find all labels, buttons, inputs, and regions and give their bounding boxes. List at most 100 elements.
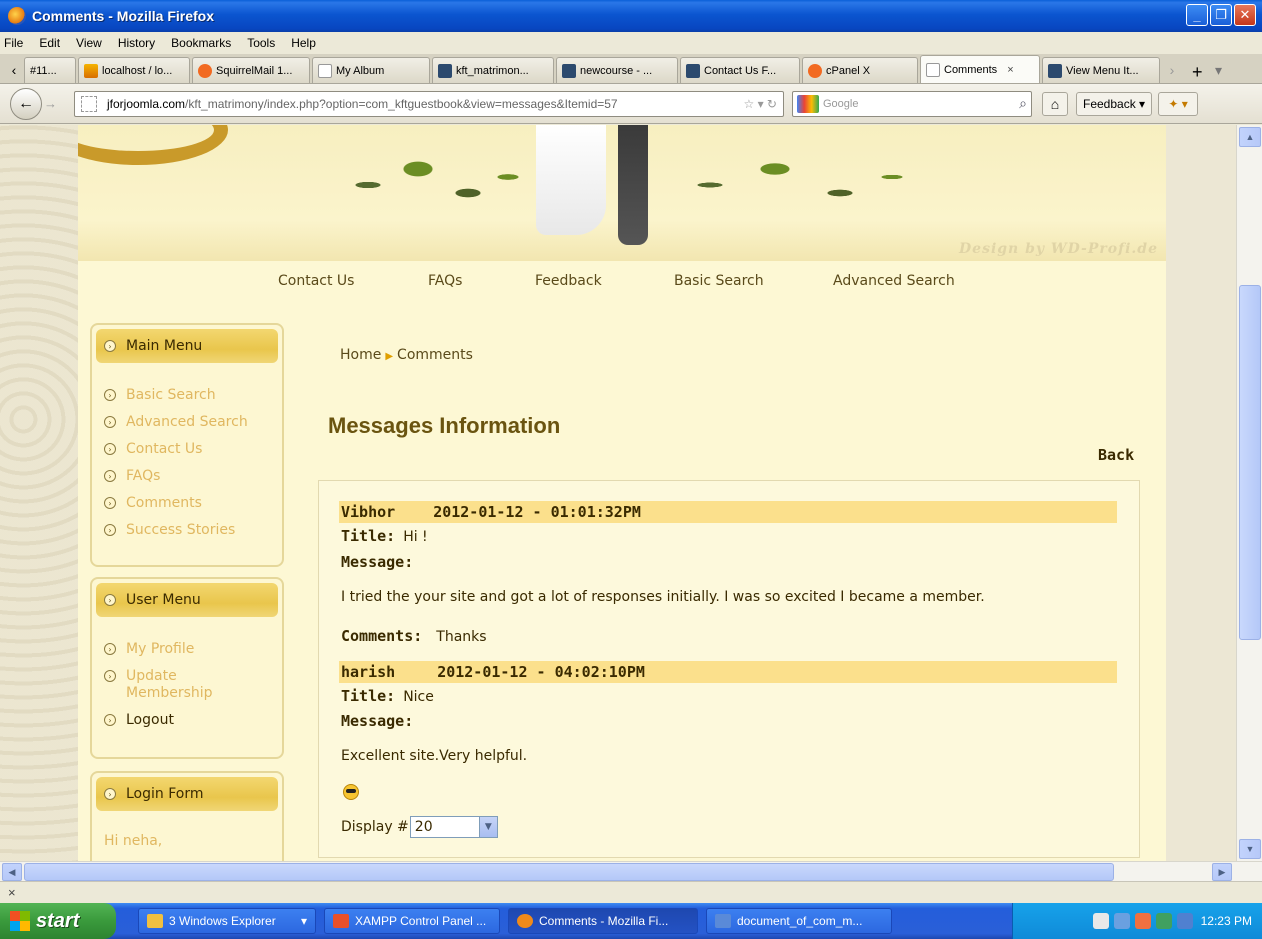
tab-label: #11... <box>30 64 57 77</box>
message-date: 2012-01-12 - 01:01:32PM <box>433 503 641 521</box>
bookmark-star-icon[interactable]: ☆ ▾ ↻ <box>743 97 777 111</box>
taskbar-item-document[interactable]: document_of_com_m... <box>706 908 892 934</box>
tab-label: newcourse - ... <box>580 64 653 77</box>
menu-item-advanced-search[interactable]: › Advanced Search <box>92 414 282 431</box>
tab-0[interactable]: #11... <box>24 57 76 83</box>
comments-label: Comments: <box>341 627 423 645</box>
menu-history[interactable]: History <box>118 36 155 50</box>
scroll-down-icon[interactable]: ▼ <box>1239 839 1261 859</box>
ivy-left-image <box>328 145 528 225</box>
taskbar-item-explorer[interactable]: 3 Windows Explorer ▾ <box>138 908 316 934</box>
tab-2[interactable]: SquirrelMail 1... <box>192 57 310 83</box>
menu-item-label: Contact Us <box>126 441 203 457</box>
forward-arrow-icon[interactable]: → <box>44 93 64 115</box>
url-domain: jforjoomla.com <box>107 96 186 111</box>
menu-item-basic-search[interactable]: › Basic Search <box>92 387 282 404</box>
cpanel-icon <box>808 63 822 78</box>
tab-9[interactable]: View Menu It... <box>1042 57 1160 83</box>
search-icon[interactable]: ⌕ <box>1019 95 1027 112</box>
menu-help[interactable]: Help <box>291 36 316 50</box>
new-tab-icon[interactable]: + <box>1192 62 1203 83</box>
network-icon[interactable] <box>1113 913 1130 929</box>
back-arrow-icon[interactable]: ← <box>10 87 42 120</box>
tab-7[interactable]: cPanel X <box>802 57 918 83</box>
xampp-tray-icon[interactable] <box>1134 913 1151 929</box>
tab-5[interactable]: newcourse - ... <box>556 57 678 83</box>
scroll-left-icon[interactable]: ◀ <box>2 863 22 881</box>
nav-contact-us[interactable]: Contact Us <box>278 273 354 289</box>
tab-label: My Album <box>336 64 385 77</box>
nav-faqs[interactable]: FAQs <box>428 273 462 289</box>
url-bar[interactable]: jforjoomla.com/kft_matrimony/index.php?o… <box>74 90 784 117</box>
menu-tools[interactable]: Tools <box>247 36 275 50</box>
nav-advanced-search[interactable]: Advanced Search <box>833 273 955 289</box>
close-tab-icon[interactable]: × <box>1007 64 1013 76</box>
monitor-icon[interactable] <box>1155 913 1172 929</box>
message-title-row: Title: Hi ! <box>341 527 428 545</box>
start-button[interactable]: start <box>0 903 116 939</box>
clock: 12:23 PM <box>1200 914 1252 928</box>
horizontal-scroll-thumb[interactable] <box>24 863 1114 881</box>
tab-scroll-left-icon[interactable]: ‹ <box>4 57 24 83</box>
message-label: Message: <box>341 712 414 730</box>
home-icon[interactable]: ⌂ <box>1042 91 1068 116</box>
close-bar-icon[interactable]: × <box>8 885 16 900</box>
chevron-down-icon[interactable]: ▼ <box>478 817 497 837</box>
app-tray-icon[interactable] <box>1176 913 1193 929</box>
maximize-button[interactable]: ❐ <box>1210 4 1232 26</box>
menu-item-faqs[interactable]: › FAQs <box>92 468 282 485</box>
title-label: Title: <box>341 687 396 705</box>
tab-4[interactable]: kft_matrimon... <box>432 57 554 83</box>
feedback-button[interactable]: Feedback ▾ <box>1076 91 1153 116</box>
menu-view[interactable]: View <box>76 36 102 50</box>
taskbar-item-firefox[interactable]: Comments - Mozilla Fi... <box>508 908 698 934</box>
message-comments: Thanks <box>436 629 487 645</box>
scroll-right-icon[interactable]: ▶ <box>1212 863 1232 881</box>
tab-comments[interactable]: Comments × <box>920 55 1040 83</box>
bullet-icon: › <box>104 416 116 428</box>
site-identity-icon[interactable] <box>81 95 97 112</box>
status-bar: × <box>0 881 1262 903</box>
google-icon[interactable] <box>797 94 819 113</box>
tab-6[interactable]: Contact Us F... <box>680 57 800 83</box>
login-form-header: › Login Form <box>96 777 278 811</box>
minimize-button[interactable]: _ <box>1186 4 1208 26</box>
help-icon[interactable] <box>1092 913 1109 929</box>
nav-feedback[interactable]: Feedback <box>535 273 602 289</box>
navigation-bar: ← → jforjoomla.com/kft_matrimony/index.p… <box>0 84 1262 124</box>
menu-item-update-membership[interactable]: › Update Membership <box>92 668 282 702</box>
vertical-scroll-thumb[interactable] <box>1239 285 1261 640</box>
bullet-icon: › <box>104 594 116 606</box>
phpmyadmin-icon <box>84 63 98 78</box>
horizontal-scrollbar[interactable]: ◀ ▶ <box>0 861 1262 881</box>
display-label: Display # <box>341 819 409 835</box>
menu-item-contact-us[interactable]: › Contact Us <box>92 441 282 458</box>
extension-icon[interactable]: ✦ ▾ <box>1158 91 1199 116</box>
nav-basic-search[interactable]: Basic Search <box>674 273 764 289</box>
firefox-icon <box>8 7 26 25</box>
menu-item-my-profile[interactable]: › My Profile <box>92 641 282 658</box>
display-count-select[interactable]: 20 ▼ <box>409 816 498 838</box>
taskbar-item-xampp[interactable]: XAMPP Control Panel ... <box>324 908 500 934</box>
menu-item-success-stories[interactable]: › Success Stories <box>92 522 282 539</box>
tab-list-icon[interactable]: ▾ <box>1209 57 1229 83</box>
menu-bookmarks[interactable]: Bookmarks <box>171 36 231 50</box>
background-ornament <box>0 125 78 861</box>
breadcrumb-home[interactable]: Home <box>340 347 381 363</box>
search-input[interactable]: Google ⌕ <box>792 90 1032 117</box>
tab-3[interactable]: My Album <box>312 57 430 83</box>
menu-item-label: Update Membership <box>126 668 213 701</box>
scroll-up-icon[interactable]: ▲ <box>1239 127 1261 147</box>
messages-box: Vibhor 2012-01-12 - 01:01:32PM Title: Hi … <box>318 480 1140 858</box>
feedback-label: Feedback <box>1083 96 1136 111</box>
tab-scroll-right-icon[interactable]: › <box>1162 57 1182 83</box>
tab-label: Comments <box>944 63 998 76</box>
close-button[interactable]: ✕ <box>1234 4 1256 26</box>
menu-item-logout[interactable]: › Logout <box>92 712 282 729</box>
tab-1[interactable]: localhost / lo... <box>78 57 190 83</box>
back-link[interactable]: Back <box>1098 446 1134 464</box>
menu-file[interactable]: File <box>4 36 23 50</box>
menu-item-comments[interactable]: › Comments <box>92 495 282 512</box>
menu-edit[interactable]: Edit <box>39 36 60 50</box>
vertical-scrollbar[interactable]: ▲ ▼ <box>1236 125 1262 861</box>
